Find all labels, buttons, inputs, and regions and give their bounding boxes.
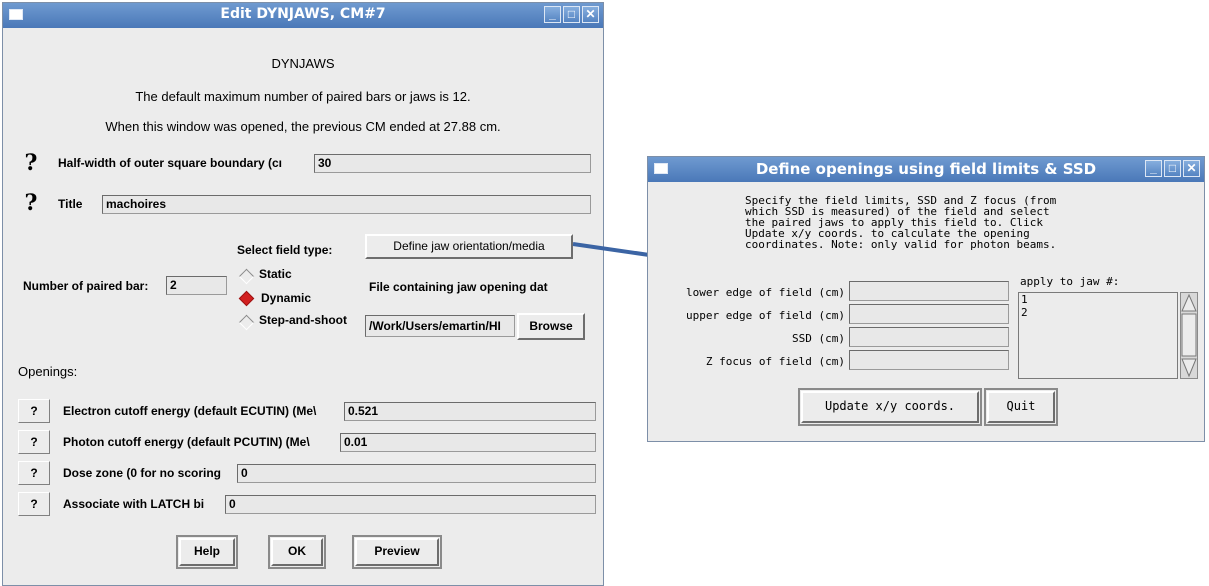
help-dose-zone-button[interactable]: ? [18,461,50,485]
preview-button[interactable]: Preview [352,535,442,569]
minimize-icon[interactable]: _ [544,6,561,23]
halfwidth-input[interactable]: 30 [314,154,591,173]
lower-edge-input[interactable] [849,281,1009,301]
edit-dynjaws-window: Edit DYNJAWS, CM#7 _ □ ✕ DYNJAWS The def… [2,2,604,586]
help-latch-button[interactable]: ? [18,492,50,516]
file-jaw-opening-label: File containing jaw opening dat [369,280,548,294]
ok-button[interactable]: OK [268,535,326,569]
radio-step-label: Step-and-shoot [259,313,347,327]
electron-cutoff-label: Electron cutoff energy (default ECUTIN) … [63,404,317,418]
quit-button[interactable]: Quit [984,388,1058,426]
title-label: Title [58,197,83,211]
radio-static[interactable] [238,268,255,285]
title-input[interactable]: machoires [102,195,591,214]
latch-input[interactable]: 0 [225,495,596,514]
file-jaw-opening-input[interactable]: /Work/Users/emartin/HI [365,315,515,337]
close-icon[interactable]: ✕ [582,6,599,23]
num-paired-bars-label: Number of paired bar: [23,279,149,293]
halfwidth-label: Half-width of outer square boundary (cı [58,156,283,170]
update-coords-button[interactable]: Update x/y coords. [798,388,982,426]
maximize-icon2[interactable]: □ [1164,160,1181,177]
upper-edge-input[interactable] [849,304,1009,324]
close-icon2[interactable]: ✕ [1183,160,1200,177]
maximize-icon[interactable]: □ [563,6,580,23]
dose-zone-label: Dose zone (0 for no scoring [63,466,222,480]
help-title-button[interactable]: ? [23,192,39,214]
radio-static-label: Static [259,267,292,281]
list-item[interactable]: 2 [1019,306,1177,319]
define-jaw-orientation-button[interactable]: Define jaw orientation/media [365,234,573,259]
cm-heading: DYNJAWS [271,56,335,71]
electron-cutoff-input[interactable]: 0.521 [344,402,596,421]
apply-to-jaw-label: apply to jaw #: [1020,275,1120,288]
window-title2: Define openings using field limits & SSD [755,160,1097,178]
upper-edge-label: upper edge of field (cm) [686,309,845,322]
jaw-list-scrollbar[interactable] [1180,292,1198,379]
info-previous-cm: When this window was opened, the previou… [105,119,501,134]
ssd-input[interactable] [849,327,1009,347]
list-item[interactable]: 1 [1019,293,1177,306]
help-button[interactable]: Help [176,535,238,569]
photon-cutoff-label: Photon cutoff energy (default PCUTIN) (M… [63,435,310,449]
lower-edge-label: lower edge of field (cm) [686,286,845,299]
window-title: Edit DYNJAWS, CM#7 [220,6,386,22]
latch-label: Associate with LATCH bi [63,497,205,511]
minimize-icon2[interactable]: _ [1145,160,1162,177]
jaw-listbox[interactable]: 1 2 [1018,292,1178,379]
radio-dynamic-label: Dynamic [261,291,312,305]
z-focus-label: Z focus of field (cm) [705,355,845,368]
titlebar2[interactable]: Define openings using field limits & SSD… [648,157,1204,182]
photon-cutoff-input[interactable]: 0.01 [340,433,596,452]
z-focus-input[interactable] [849,350,1009,370]
instructions: Specify the field limits, SSD and Z focu… [745,195,1056,250]
num-paired-bars-input[interactable]: 2 [166,276,227,295]
help-photon-cutoff-button[interactable]: ? [18,430,50,454]
scroll-thumb [1181,313,1197,357]
scroll-up-icon [1181,293,1197,312]
openings-label: Openings: [18,364,78,379]
instruction-line: coordinates. Note: only valid for photon… [745,238,1057,251]
info-max-bars: The default maximum number of paired bar… [135,89,471,104]
browse-button[interactable]: Browse [517,313,585,340]
select-field-type-label: Select field type: [237,243,333,257]
dose-zone-input[interactable]: 0 [237,464,596,483]
titlebar[interactable]: Edit DYNJAWS, CM#7 _ □ ✕ [3,3,603,28]
scroll-down-icon [1181,358,1197,378]
define-openings-window: Define openings using field limits & SSD… [647,156,1205,442]
help-halfwidth-button[interactable]: ? [23,152,39,174]
ssd-label: SSD (cm) [792,332,845,345]
radio-dynamic[interactable] [238,290,255,307]
help-electron-cutoff-button[interactable]: ? [18,399,50,423]
radio-step-and-shoot[interactable] [238,314,255,331]
